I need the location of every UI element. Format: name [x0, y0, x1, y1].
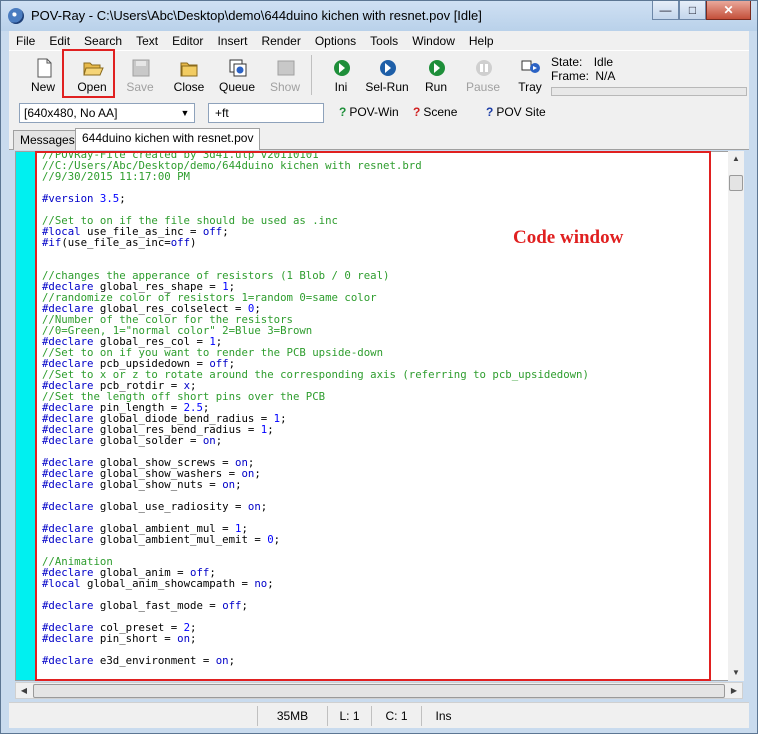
column-indicator: C: 1 [371, 706, 421, 726]
sel-run-button[interactable]: Sel-Run [365, 53, 409, 97]
help-icon: ? [486, 105, 494, 119]
show-button-label: Show [269, 80, 301, 94]
save-icon [132, 59, 150, 77]
title-bar[interactable]: POV-Ray - C:\Users\Abc\Desktop\demo\644d… [1, 1, 757, 31]
menu-render[interactable]: Render [254, 34, 307, 48]
editor-gutter [16, 152, 35, 680]
new-button-label: New [30, 80, 55, 94]
sel-run-button-label: Sel-Run [365, 80, 409, 94]
help-icon: ? [413, 105, 421, 119]
menu-editor[interactable]: Editor [165, 34, 210, 48]
frame-value: N/A [595, 69, 616, 83]
line-indicator: L: 1 [327, 706, 371, 726]
pause-button-label: Pause [465, 80, 501, 94]
show-button[interactable]: Show [263, 53, 307, 97]
queue-button-label: Queue [218, 80, 256, 94]
tray-button[interactable]: Tray [508, 53, 552, 97]
menu-text[interactable]: Text [129, 34, 165, 48]
memory-usage: 35MB [257, 706, 327, 726]
ini-button[interactable]: Ini [319, 53, 363, 97]
main-toolbar: New Open Save Close Queue Show Ini Sel-R… [9, 50, 749, 98]
menu-insert[interactable]: Insert [210, 34, 254, 48]
ini-button-label: Ini [334, 80, 348, 94]
tray-icon [521, 60, 540, 73]
resolution-select[interactable]: [640x480, No AA] ▼ [19, 103, 195, 123]
queue-icon [229, 59, 247, 77]
menu-window[interactable]: Window [405, 34, 462, 48]
scroll-left-icon[interactable]: ◀ [16, 683, 32, 699]
scene-label: Scene [423, 105, 458, 119]
new-document-icon [37, 58, 52, 78]
menu-help[interactable]: Help [462, 34, 501, 48]
status-bar: 35MB L: 1 C: 1 Ins [9, 702, 749, 728]
ini-icon [334, 60, 350, 76]
scene-link[interactable]: ? Scene [413, 105, 457, 119]
save-button[interactable]: Save [118, 53, 162, 97]
close-folder-icon [180, 62, 198, 77]
tab-messages[interactable]: Messages [13, 130, 82, 150]
run-button[interactable]: Run [414, 53, 458, 97]
show-icon [277, 60, 295, 76]
menu-options[interactable]: Options [308, 34, 363, 48]
render-progress-bar [551, 87, 747, 96]
sel-run-icon [380, 60, 396, 76]
pause-icon [476, 60, 492, 76]
code-window-annotation: Code window [513, 227, 624, 248]
vertical-scroll-thumb[interactable] [729, 175, 743, 191]
new-button[interactable]: New [21, 53, 65, 97]
pov-win-link[interactable]: ? POV-Win [339, 105, 399, 119]
close-button[interactable]: Close [167, 53, 211, 97]
chevron-down-icon[interactable]: ▼ [178, 106, 192, 120]
frame-label: Frame: [551, 69, 590, 83]
run-icon [429, 60, 445, 76]
pov-site-label: POV Site [496, 105, 546, 119]
menu-bar: File Edit Search Text Editor Insert Rend… [9, 31, 749, 50]
scroll-down-icon[interactable]: ▼ [728, 665, 744, 681]
save-button-label: Save [126, 80, 154, 94]
toolbar-separator [311, 55, 312, 95]
state-label: State: [551, 55, 583, 69]
povray-app-icon [8, 8, 24, 24]
command-line-input[interactable]: +ft [208, 103, 324, 123]
resolution-value: [640x480, No AA] [24, 106, 118, 120]
minimize-button[interactable]: — [652, 1, 679, 20]
pov-win-label: POV-Win [349, 105, 399, 119]
menu-search[interactable]: Search [77, 34, 129, 48]
window-title: POV-Ray - C:\Users\Abc\Desktop\demo\644d… [31, 8, 482, 23]
horizontal-scrollbar[interactable]: ◀ ▶ [15, 682, 743, 699]
menu-edit[interactable]: Edit [42, 34, 77, 48]
scroll-up-icon[interactable]: ▲ [728, 151, 744, 167]
close-button-label: Close [173, 80, 205, 94]
horizontal-scroll-thumb[interactable] [33, 684, 725, 698]
tab-scene-file[interactable]: 644duino kichen with resnet.pov [75, 128, 261, 150]
vertical-scrollbar[interactable]: ▲ ▼ [728, 151, 744, 681]
scroll-right-icon[interactable]: ▶ [726, 683, 742, 699]
render-toolbar: [640x480, No AA] ▼ +ft ? POV-Win ? Scene ?… [9, 98, 749, 128]
state-value: Idle [593, 55, 614, 69]
maximize-button[interactable]: □ [679, 1, 706, 20]
pov-site-link[interactable]: ? POV Site [486, 105, 546, 119]
help-icon: ? [339, 105, 347, 119]
document-tabs: Messages 644duino kichen with resnet.pov [9, 128, 749, 150]
main-window: POV-Ray - C:\Users\Abc\Desktop\demo\644d… [0, 0, 758, 734]
pause-button[interactable]: Pause [461, 53, 505, 97]
tray-button-label: Tray [518, 80, 542, 94]
open-button-highlight [62, 49, 115, 98]
insert-mode: Ins [421, 706, 465, 726]
menu-tools[interactable]: Tools [363, 34, 405, 48]
close-window-button[interactable]: ✕ [706, 1, 751, 20]
menu-file[interactable]: File [9, 34, 42, 48]
queue-button[interactable]: Queue [215, 53, 259, 97]
run-button-label: Run [424, 80, 447, 94]
render-status: State: Idle Frame: N/A [549, 53, 749, 97]
